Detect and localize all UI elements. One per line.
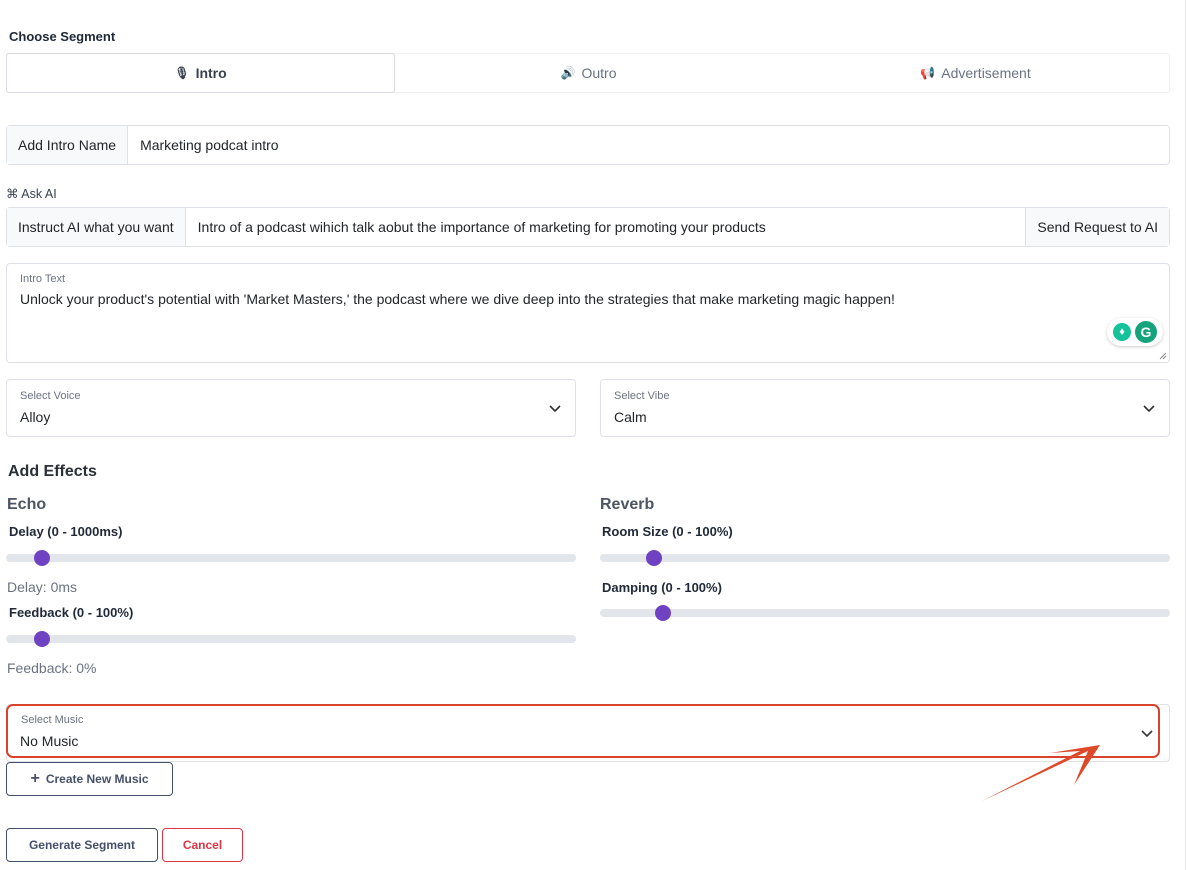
chevron-down-icon xyxy=(549,405,561,413)
damping-slider[interactable] xyxy=(600,605,1170,621)
tab-advertisement[interactable]: 📢 Advertisement xyxy=(782,54,1169,92)
create-music-button[interactable]: + Create New Music xyxy=(6,762,173,796)
chevron-down-icon xyxy=(1141,730,1153,738)
delay-readout: Delay: 0ms xyxy=(7,579,78,595)
room-size-label: Room Size (0 - 100%) xyxy=(602,524,733,539)
echo-title: Echo xyxy=(7,496,47,513)
damping-slider-thumb[interactable] xyxy=(655,605,671,621)
intro-text-area[interactable]: Intro Text Unlock your product's potenti… xyxy=(6,263,1170,363)
segment-tabs: 🎙 Intro 🔊 Outro 📢 Advertisement xyxy=(6,53,1170,93)
select-voice-label: Select Voice xyxy=(20,390,81,402)
grammarly-icon: G xyxy=(1135,321,1157,343)
intro-text-label: Intro Text xyxy=(20,273,66,285)
right-border xyxy=(1185,0,1186,870)
microphone-icon: 🎙 xyxy=(174,66,190,80)
speaker-icon: 🔊 xyxy=(560,66,576,80)
intro-name-addon: Add Intro Name xyxy=(7,126,129,164)
ask-ai-addon: Instruct AI what you want xyxy=(7,208,186,246)
room-size-slider-thumb[interactable] xyxy=(646,550,662,566)
tab-outro-label: Outro xyxy=(581,65,617,81)
tab-advertisement-label: Advertisement xyxy=(941,65,1031,81)
megaphone-icon: 📢 xyxy=(920,66,936,80)
tab-intro[interactable]: 🎙 Intro xyxy=(6,53,395,93)
select-vibe-value: Calm xyxy=(614,409,647,425)
feedback-label: Feedback (0 - 100%) xyxy=(9,605,134,620)
ask-ai-input[interactable]: Intro of a podcast wihich talk aobut the… xyxy=(186,208,1026,246)
feedback-slider[interactable] xyxy=(6,631,576,647)
reverb-title: Reverb xyxy=(600,496,655,513)
plus-icon: + xyxy=(30,770,40,787)
feedback-readout: Feedback: 0% xyxy=(7,660,97,676)
ask-ai-group: Instruct AI what you want Intro of a pod… xyxy=(6,207,1170,247)
lightbulb-icon: ♦ xyxy=(1113,323,1131,341)
grammarly-widget[interactable]: ♦ G xyxy=(1107,318,1163,346)
select-voice[interactable]: Select Voice Alloy xyxy=(6,379,576,437)
intro-name-input[interactable]: Marketing podcat intro xyxy=(128,126,1169,164)
annotation-arrow-icon xyxy=(982,745,1100,801)
resize-handle-icon[interactable] xyxy=(1159,352,1167,360)
damping-label: Damping (0 - 100%) xyxy=(602,580,722,595)
cancel-button[interactable]: Cancel xyxy=(162,828,243,862)
tab-intro-label: Intro xyxy=(195,65,227,81)
segment-label: Choose Segment xyxy=(9,29,116,44)
intro-text-value: Unlock your product's potential with 'Ma… xyxy=(20,291,895,307)
generate-segment-button[interactable]: Generate Segment xyxy=(6,828,158,862)
tab-outro[interactable]: 🔊 Outro xyxy=(395,54,782,92)
room-size-slider[interactable] xyxy=(600,550,1170,566)
select-voice-value: Alloy xyxy=(20,409,51,425)
create-music-label: Create New Music xyxy=(45,772,149,786)
select-music-label: Select Music xyxy=(21,714,84,726)
feedback-slider-thumb[interactable] xyxy=(34,631,50,647)
select-vibe-label: Select Vibe xyxy=(614,390,670,402)
select-music-value: No Music xyxy=(20,733,79,749)
effects-title: Add Effects xyxy=(8,463,97,480)
ask-ai-label: ⌘ Ask AI xyxy=(6,187,57,201)
intro-name-group: Add Intro Name Marketing podcat intro xyxy=(6,125,1170,165)
select-vibe[interactable]: Select Vibe Calm xyxy=(600,379,1170,437)
delay-slider-thumb[interactable] xyxy=(34,550,50,566)
chevron-down-icon xyxy=(1143,405,1155,413)
delay-slider[interactable] xyxy=(6,550,576,566)
send-request-button[interactable]: Send Request to AI xyxy=(1025,208,1169,246)
delay-label: Delay (0 - 1000ms) xyxy=(9,524,123,539)
